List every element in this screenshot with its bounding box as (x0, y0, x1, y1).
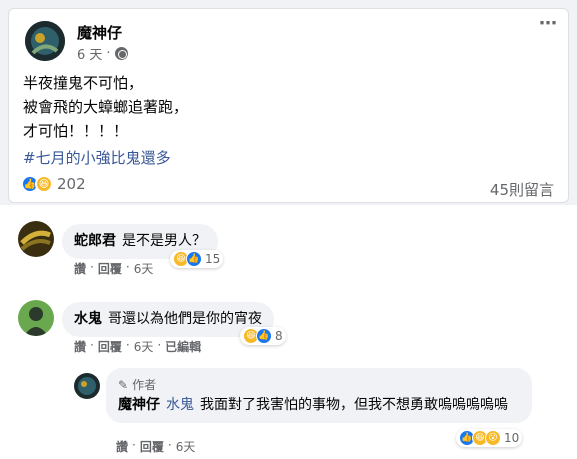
comment-text: 是不是男人？ (122, 233, 206, 249)
edited-label[interactable]: 已編輯 (165, 338, 201, 355)
commenter-avatar[interactable] (18, 300, 54, 336)
comment-reactions[interactable]: 😆 👍 15 (170, 250, 224, 268)
author-badge-label: 作者 (132, 378, 157, 392)
commenter-avatar[interactable] (18, 221, 54, 257)
post-card: 魔神仔 6 天 · ⋯ 半夜撞鬼不可怕， 被會飛的大蟑螂追著跑， 才可怕！！！！… (8, 8, 569, 203)
comment-count[interactable]: 45則留言 (490, 179, 554, 200)
reply-bubble: ✎ 作者 魔神仔 水鬼 我面對了我害怕的事物，但我不想勇敢嗚嗚嗚嗚嗚 (106, 368, 532, 423)
reply-author-avatar[interactable] (74, 373, 100, 399)
reply-link[interactable]: 回覆 (98, 260, 122, 277)
author-badge-icon: ✎ (118, 378, 129, 392)
post-line: 半夜撞鬼不可怕， (23, 74, 144, 92)
like-link[interactable]: 讚 (116, 438, 128, 455)
commenter-name[interactable]: 水鬼 (74, 311, 102, 327)
comment-actions: 讚 · 回覆 · 6天 (74, 260, 154, 277)
comment-reactions[interactable]: 😆 👍 8 (240, 327, 286, 345)
reply-link[interactable]: 回覆 (140, 438, 164, 455)
like-reaction-icon: 👍 (186, 251, 202, 267)
reaction-count: 8 (275, 329, 283, 343)
mention-link[interactable]: 水鬼 (166, 397, 194, 413)
haha-reaction-icon: 😆 (35, 175, 53, 193)
comment-actions: 讚 · 回覆 · 6天 · 已編輯 (74, 338, 202, 355)
post-meta: 6 天 · (77, 44, 128, 63)
like-link[interactable]: 讚 (74, 260, 86, 277)
post-time[interactable]: 6 天 (77, 44, 102, 63)
reaction-summary[interactable]: 👍 😆 202 (21, 175, 86, 193)
comment-time[interactable]: 6天 (134, 260, 154, 277)
comment-text: 我面對了我害怕的事物，但我不想勇敢嗚嗚嗚嗚嗚 (200, 397, 508, 413)
author-avatar[interactable] (25, 21, 65, 61)
reaction-count: 10 (504, 431, 520, 445)
author-name[interactable]: 魔神仔 (77, 22, 122, 43)
reply-link[interactable]: 回覆 (98, 338, 122, 355)
comment-text: 哥還以為他們是你的宵夜 (108, 311, 262, 327)
comment-time[interactable]: 6天 (176, 438, 196, 455)
hashtag-link[interactable]: #七月的小強比鬼還多 (23, 147, 171, 168)
comments-section: 蛇郎君 是不是男人？ 😆 👍 15 讚 · 回覆 · 6天 水鬼 哥還以為他們是你的宵夜… (0, 205, 577, 459)
like-reaction-icon: 👍 (256, 328, 272, 344)
like-link[interactable]: 讚 (74, 338, 86, 355)
reaction-count: 15 (205, 252, 221, 266)
post-text: 半夜撞鬼不可怕， 被會飛的大蟑螂追著跑， 才可怕！！！！ (23, 71, 188, 143)
post-line: 被會飛的大蟑螂追著跑， (23, 98, 189, 116)
wow-reaction-icon: 😮 (485, 430, 501, 446)
more-options-icon[interactable]: ⋯ (539, 13, 558, 34)
author-badge: ✎ 作者 (118, 376, 520, 395)
comment-actions: 讚 · 回覆 · 6天 (116, 438, 196, 455)
reaction-count: 202 (57, 175, 86, 193)
globe-icon (114, 47, 128, 60)
commenter-name[interactable]: 魔神仔 (118, 397, 160, 413)
comment-time[interactable]: 6天 (134, 338, 154, 355)
comment-reactions[interactable]: 👍 😆 😮 10 (456, 429, 523, 447)
commenter-name[interactable]: 蛇郎君 (74, 233, 116, 249)
post-line: 才可怕！！！！ (23, 122, 129, 140)
